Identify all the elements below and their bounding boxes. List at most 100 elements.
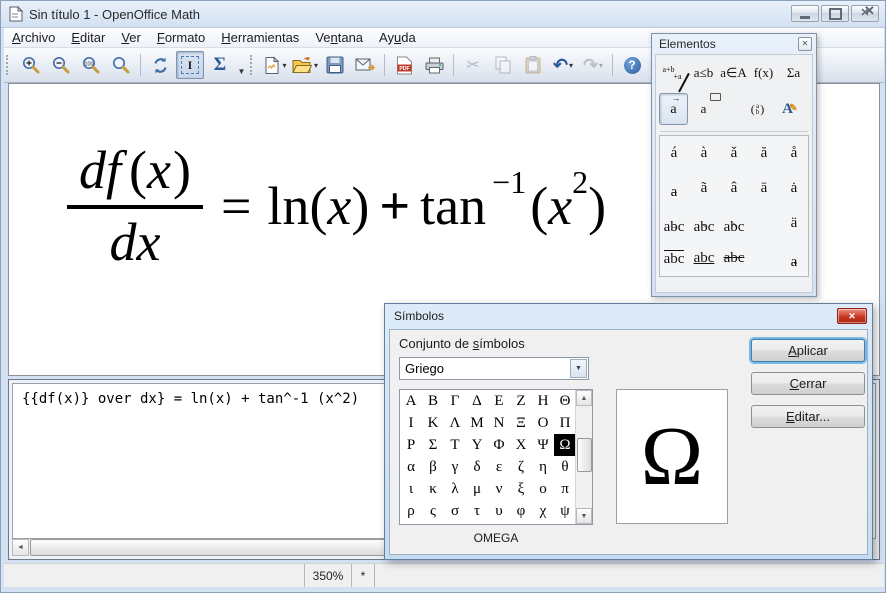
toolbar-grip[interactable] xyxy=(250,55,257,75)
attribute-wide-vector[interactable]: abc→ xyxy=(659,206,689,241)
category-others-button[interactable]: A✎ xyxy=(773,93,802,125)
title-bar[interactable]: Sin título 1 - OpenOffice Math ✕ xyxy=(1,1,885,28)
attribute-strikethrough[interactable]: abc xyxy=(719,241,749,276)
symbol-cell[interactable]: Ω xyxy=(554,434,576,456)
undo-button[interactable]: ↶▾ xyxy=(549,51,577,79)
symbol-cell[interactable]: γ xyxy=(444,456,466,478)
redo-button[interactable]: ↷▾ xyxy=(579,51,607,79)
symbol-cell[interactable]: δ xyxy=(466,456,488,478)
symbol-cell[interactable]: Π xyxy=(554,412,576,434)
attribute-grave[interactable]: à xyxy=(689,136,719,171)
symbol-cell[interactable]: ε xyxy=(488,456,510,478)
category-set-operations-button[interactable]: a∈A xyxy=(719,59,748,87)
category-functions-button[interactable]: f(x) xyxy=(749,59,778,87)
symbol-cell[interactable]: Ξ xyxy=(510,412,532,434)
symbol-cell[interactable]: α xyxy=(400,456,422,478)
chevron-down-icon[interactable]: ▾ xyxy=(314,61,318,70)
symbol-cell[interactable]: θ xyxy=(554,456,576,478)
new-document-button[interactable]: ▾ xyxy=(261,51,289,79)
symbol-cell[interactable]: Λ xyxy=(444,412,466,434)
symbol-cell[interactable]: Δ xyxy=(466,390,488,412)
scroll-down-button[interactable]: ▼ xyxy=(576,508,592,524)
symbol-cell[interactable]: β xyxy=(422,456,444,478)
attribute-overline[interactable]: abc xyxy=(659,241,689,276)
paste-button[interactable] xyxy=(519,51,547,79)
symbol-cell[interactable]: π xyxy=(554,478,576,500)
attribute-circle[interactable]: å xyxy=(779,136,809,171)
zoom-out-button[interactable] xyxy=(47,51,75,79)
symbol-cell[interactable]: Ο xyxy=(532,412,554,434)
category-unary-binary-operators-button[interactable]: +aa+b xyxy=(659,59,688,87)
category-formats-button[interactable]: a xyxy=(689,93,718,125)
scrollbar-thumb[interactable] xyxy=(577,438,592,472)
symbol-cell[interactable]: Σ xyxy=(422,434,444,456)
cut-button[interactable]: ✂ xyxy=(459,51,487,79)
symbol-cell[interactable]: Ζ xyxy=(510,390,532,412)
menu-formato[interactable]: Formato xyxy=(149,28,213,47)
symbol-cell[interactable]: ψ xyxy=(554,500,576,522)
export-pdf-button[interactable]: PDF xyxy=(390,51,418,79)
symbol-cell[interactable]: μ xyxy=(466,478,488,500)
symbol-cell[interactable]: Ρ xyxy=(400,434,422,456)
attribute-wide-circumflex[interactable]: abc^ xyxy=(719,206,749,241)
symbol-cell[interactable]: ρ xyxy=(400,500,422,522)
attribute-reverse-circumflex[interactable]: ǎ xyxy=(719,136,749,171)
open-button[interactable]: ▾ xyxy=(291,51,319,79)
formula-cursor-button[interactable]: I xyxy=(176,51,204,79)
symbol-cell[interactable]: Ψ xyxy=(532,434,554,456)
symbol-cell[interactable]: ς xyxy=(422,500,444,522)
symbol-cell[interactable]: Ι xyxy=(400,412,422,434)
chevron-down-icon[interactable]: ▾ xyxy=(569,61,573,70)
symbol-cell[interactable]: Η xyxy=(532,390,554,412)
symbol-cell[interactable]: λ xyxy=(444,478,466,500)
aplicar-button[interactable]: Aplicar xyxy=(751,339,865,362)
attribute-vector[interactable]: a→ xyxy=(659,171,689,206)
attribute-triple-dot[interactable]: a··· xyxy=(779,241,809,276)
symbol-cell[interactable]: Υ xyxy=(466,434,488,456)
symbol-cell[interactable]: Θ xyxy=(554,390,576,412)
attribute-wide-tilde[interactable]: abc~ xyxy=(689,206,719,241)
symbol-cell[interactable]: χ xyxy=(532,500,554,522)
symbol-cell[interactable]: Γ xyxy=(444,390,466,412)
symbol-cell[interactable]: σ xyxy=(444,500,466,522)
symbol-cell[interactable]: Μ xyxy=(466,412,488,434)
symbol-cell[interactable]: ζ xyxy=(510,456,532,478)
symbol-cell[interactable]: ξ xyxy=(510,478,532,500)
minimize-button[interactable] xyxy=(791,5,819,22)
symbol-cell[interactable]: Τ xyxy=(444,434,466,456)
document-close-button[interactable]: ✕ xyxy=(861,2,878,19)
symbol-cell[interactable]: ο xyxy=(532,478,554,500)
menu-ayuda[interactable]: Ayuda xyxy=(371,28,424,47)
zoom-100-button[interactable]: 100 xyxy=(77,51,105,79)
cerrar-button[interactable]: Cerrar xyxy=(751,372,865,395)
symbols-dialog-close-button[interactable]: ✕ xyxy=(837,308,867,324)
menu-ver[interactable]: Ver xyxy=(113,28,149,47)
category-relations-button[interactable]: a≤b xyxy=(689,59,718,87)
print-button[interactable] xyxy=(420,51,448,79)
elements-panel-close-button[interactable]: ✕ xyxy=(798,37,812,51)
symbol-cell[interactable]: υ xyxy=(488,500,510,522)
zoom-optimal-button[interactable] xyxy=(107,51,135,79)
attribute-tilde[interactable]: ã xyxy=(689,171,719,206)
symbol-cell[interactable]: φ xyxy=(510,500,532,522)
scroll-left-button[interactable]: ◄ xyxy=(12,539,29,556)
attribute-acute[interactable]: á xyxy=(659,136,689,171)
symbol-cell[interactable]: η xyxy=(532,456,554,478)
attribute-circumflex[interactable]: â xyxy=(719,171,749,206)
attribute-underline[interactable]: abc xyxy=(689,241,719,276)
attribute-line-above[interactable]: ā xyxy=(749,171,779,206)
maximize-button[interactable] xyxy=(821,5,849,22)
copy-button[interactable] xyxy=(489,51,517,79)
zoom-level[interactable]: 350% xyxy=(304,564,352,587)
vertical-scrollbar[interactable]: ▲ ▼ xyxy=(575,390,592,524)
help-button[interactable]: ? xyxy=(618,51,646,79)
attribute-breve[interactable]: ă xyxy=(749,136,779,171)
menu-herramientas[interactable]: Herramientas xyxy=(213,28,307,47)
combobox-dropdown-button[interactable]: ▼ xyxy=(570,359,587,378)
symbol-cell[interactable]: Ε xyxy=(488,390,510,412)
toolbar-grip[interactable] xyxy=(6,55,13,75)
symbol-cell[interactable]: Ν xyxy=(488,412,510,434)
scroll-up-button[interactable]: ▲ xyxy=(576,390,592,406)
chevron-down-icon[interactable]: ▾ xyxy=(282,61,286,70)
symbol-cell[interactable]: ι xyxy=(400,478,422,500)
